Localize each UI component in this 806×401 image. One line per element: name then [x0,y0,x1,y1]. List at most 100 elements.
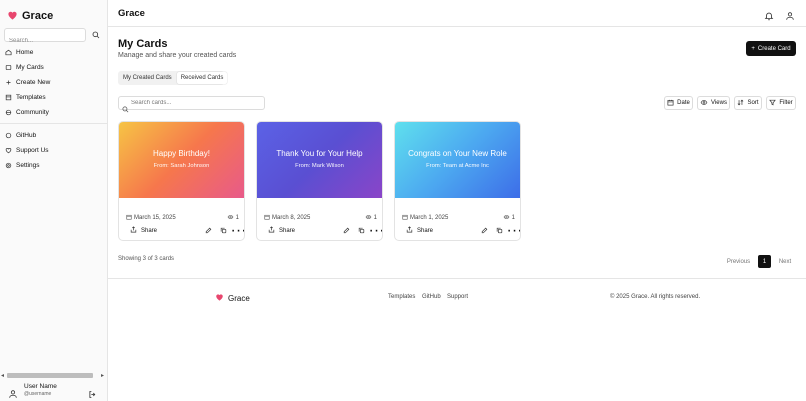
user-handle: @username [24,391,52,397]
calendar-icon [667,99,674,108]
duplicate-icon[interactable] [219,226,228,235]
top-header: Grace [108,0,806,27]
sidebar-item-label: Create New [16,78,51,86]
filter-button[interactable]: Filter [766,96,796,110]
more-options-icon[interactable]: ··· [231,222,244,239]
sidebar-item-create-new[interactable]: Create New [0,75,107,89]
share-button[interactable]: Share [130,226,157,235]
card-search-field[interactable] [118,96,265,113]
card-title: Congrats on Your New Role [408,149,507,158]
sort-label: Sort [747,100,759,106]
sidebar-item-label: Settings [16,161,40,169]
tab-received-cards[interactable]: Received Cards [176,72,228,84]
card-date: March 1, 2025 [402,214,448,222]
pagination-current-page[interactable]: 1 [758,255,771,268]
sidebar-item-label: Support Us [16,146,49,154]
profile-icon[interactable] [785,8,795,20]
card-date-text: March 15, 2025 [134,215,176,221]
community-icon [4,108,12,116]
card-date: March 8, 2025 [264,214,310,222]
create-card-label: Create Card [757,45,791,52]
share-icon [130,226,137,235]
user-profile[interactable]: User Name @username [0,381,107,401]
sidebar-item-settings[interactable]: Settings [0,158,107,172]
views-filter-button[interactable]: Views [697,96,730,110]
duplicate-icon[interactable] [495,226,504,235]
card-date-text: March 8, 2025 [272,215,311,221]
sidebar-brand[interactable]: Grace [7,7,53,25]
sidebar-item-my-cards[interactable]: My Cards [0,60,107,74]
logout-icon[interactable] [88,386,98,398]
bell-icon[interactable] [764,8,774,21]
sidebar-item-label: My Cards [16,63,44,71]
scroll-right-icon[interactable]: ▸ [101,372,104,379]
sidebar-horizontal-scrollbar[interactable]: ◂ ▸ [0,372,107,379]
edit-icon[interactable] [204,226,213,235]
sort-button[interactable]: Sort [734,96,762,110]
brand-name: Grace [22,10,54,22]
edit-icon[interactable] [342,226,351,235]
sidebar: Grace Home My Cards Create New Templa [0,0,108,401]
calendar-icon [264,214,270,222]
pagination-next[interactable]: Next [774,255,796,268]
card-search-input[interactable] [131,97,261,109]
duplicate-icon[interactable] [357,226,366,235]
footer-link-github[interactable]: GitHub [422,294,441,300]
sidebar-item-label: Community [16,108,49,116]
card-actions: Share ··· [264,222,382,239]
card-actions: Share ··· [126,222,244,239]
eye-icon [700,99,708,108]
edit-icon[interactable] [480,226,489,235]
sidebar-search-field[interactable] [4,28,86,47]
heart-logo-icon [7,7,18,25]
card-meta: March 1, 2025 1 [402,214,515,222]
app-root: Grace Home My Cards Create New Templa [0,0,806,401]
share-button[interactable]: Share [268,226,295,235]
share-button[interactable]: Share [406,226,433,235]
card-sender: From: Team at Acme Inc [426,163,489,169]
search-icon [122,100,129,113]
search-icon[interactable] [90,30,102,40]
card-item[interactable]: Happy Birthday! From: Sarah Johnson Marc… [118,121,245,241]
plus-icon [4,78,12,86]
user-avatar-icon [8,386,18,398]
sidebar-item-label: Templates [16,93,46,101]
github-icon [4,131,12,139]
calendar-icon [402,214,408,222]
scrollbar-thumb[interactable] [7,373,93,378]
create-card-button[interactable]: + Create Card [746,41,796,56]
more-options-icon[interactable]: ··· [507,222,520,239]
tab-my-created-cards[interactable]: My Created Cards [119,72,176,84]
sidebar-item-community[interactable]: Community [0,105,107,119]
sidebar-item-templates[interactable]: Templates [0,90,107,104]
filter-icon [769,99,777,108]
card-title: Happy Birthday! [153,149,210,158]
card-title: Thank You for Your Help [276,149,363,158]
templates-icon [4,93,12,101]
header-title: Grace [118,8,145,19]
card-sender: From: Mark Wilson [295,163,344,169]
footer-brand[interactable]: Grace [215,293,250,303]
sidebar-item-label: GitHub [16,131,37,139]
card-item[interactable]: Congrats on Your New Role From: Team at … [394,121,521,241]
share-icon [406,226,413,235]
share-label: Share [417,227,434,234]
card-item[interactable]: Thank You for Your Help From: Mark Wilso… [256,121,383,241]
footer-link-support[interactable]: Support [447,294,468,300]
sidebar-item-github[interactable]: GitHub [0,128,107,142]
date-filter-button[interactable]: Date [664,96,693,110]
calendar-icon [126,214,132,222]
sidebar-item-home[interactable]: Home [0,45,107,59]
card-views-count: 1 [235,215,239,221]
sidebar-item-support-us[interactable]: Support Us [0,143,107,157]
pagination-previous[interactable]: Previous [722,255,755,268]
heart-logo-icon [215,293,224,303]
footer: Grace Templates GitHub Support © 2025 Gr… [108,278,806,314]
footer-link-templates[interactable]: Templates [388,294,415,300]
card-date: March 15, 2025 [126,214,176,222]
more-options-icon[interactable]: ··· [369,222,382,239]
scroll-left-icon[interactable]: ◂ [1,372,4,379]
filter-label: Filter [779,100,793,106]
page-title: My Cards [118,38,168,50]
card-banner: Thank You for Your Help From: Mark Wilso… [257,122,382,198]
